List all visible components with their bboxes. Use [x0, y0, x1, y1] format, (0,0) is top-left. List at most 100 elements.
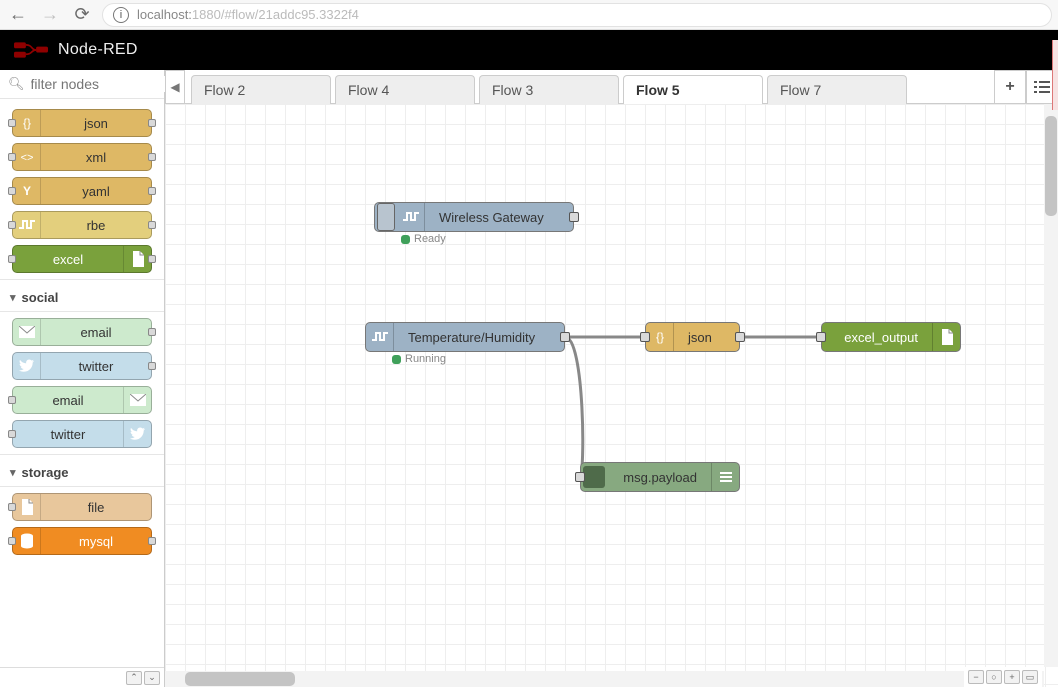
palette-node-label: email [41, 325, 151, 340]
flow-node-label: Wireless Gateway [425, 210, 558, 225]
palette-node-excel[interactable]: excel [12, 245, 152, 273]
node-red-logo [14, 39, 48, 61]
tab-tools: + [994, 70, 1058, 103]
zoom-reset-button[interactable]: ○ [986, 670, 1002, 684]
vertical-scrollbar[interactable] [1044, 104, 1058, 667]
palette-node-label: json [41, 116, 151, 131]
palette-node-json[interactable]: {} json [12, 109, 152, 137]
y-icon: Y [13, 178, 41, 204]
output-port[interactable] [560, 332, 570, 342]
palette-node-label: xml [41, 150, 151, 165]
flow-node-excel[interactable]: excel_output [821, 322, 961, 352]
sidebar-collapsed-handle[interactable] [1052, 40, 1058, 110]
palette-node-label: file [41, 500, 151, 515]
zoom-out-button[interactable]: − [968, 670, 984, 684]
flow-node-temp[interactable]: Temperature/HumidityRunning [365, 322, 565, 352]
twitter-icon [13, 353, 41, 379]
browser-top-bar: ← → ⟳ i localhost:1880/#flow/21addc95.33… [0, 0, 1058, 30]
flow-node-label: Temperature/Humidity [394, 330, 549, 345]
svg-text:Y: Y [22, 184, 30, 198]
tag-icon: <> [13, 144, 41, 170]
url-bar[interactable]: i localhost:1880/#flow/21addc95.3322f4 [102, 3, 1052, 27]
palette-list: {} json <> xml Yyaml rbe excel social email twitt… [0, 99, 164, 667]
palette-node-yaml[interactable]: Yyaml [12, 177, 152, 205]
flow-node-json[interactable]: {} json [645, 322, 740, 352]
flow-node-label: msg.payload [609, 470, 711, 485]
palette-footer: ⌃ ⌄ [0, 667, 164, 687]
app-header: Node-RED [0, 30, 1058, 70]
wave-icon [13, 212, 41, 238]
tab-flow-5[interactable]: Flow 5 [623, 75, 763, 104]
palette-category-social[interactable]: social [0, 279, 164, 312]
lines-icon [711, 463, 739, 491]
canvas-footer-tools: − ○ + ▭ [964, 667, 1042, 687]
file-icon [13, 494, 41, 520]
twitter-icon [123, 421, 151, 447]
output-port[interactable] [735, 332, 745, 342]
tabs-scroll-left[interactable]: ◀ [165, 70, 185, 103]
flow-node-gateway[interactable]: Wireless GatewayReady [374, 202, 574, 232]
navigator-button[interactable]: ▭ [1022, 670, 1038, 684]
palette-node-xml[interactable]: <> xml [12, 143, 152, 171]
input-port[interactable] [816, 332, 826, 342]
debug-toggle-button[interactable] [583, 466, 605, 488]
svg-text:{}: {} [22, 116, 30, 130]
palette-collapse-button[interactable]: ⌃ [126, 671, 142, 685]
palette-node-label: email [13, 393, 123, 408]
url-path: /#flow/21addc95.3322f4 [221, 7, 359, 22]
flow-tabs: Flow 2Flow 4Flow 3Flow 5Flow 7 [185, 70, 994, 103]
palette-filter: 🔍︎ [0, 70, 164, 99]
zoom-in-button[interactable]: + [1004, 670, 1020, 684]
add-flow-button[interactable]: + [994, 70, 1026, 103]
wave-icon [397, 203, 425, 231]
palette-node-email[interactable]: email [12, 318, 152, 346]
reload-button[interactable]: ⟳ [70, 3, 94, 27]
palette-node-label: yaml [41, 184, 151, 199]
palette-sidebar: 🔍︎ {} json <> xml Yyaml rbe excel social email tw… [0, 70, 165, 687]
search-icon: 🔍︎ [8, 76, 25, 92]
palette-node-file[interactable]: file [12, 493, 152, 521]
palette-node-label: rbe [41, 218, 151, 233]
back-button[interactable]: ← [6, 3, 30, 27]
url-port: 1880 [192, 7, 221, 22]
wave-icon [366, 323, 394, 351]
palette-node-label: excel [13, 252, 123, 267]
db-icon [13, 528, 41, 554]
braces-icon: {} [13, 110, 41, 136]
file-icon [123, 246, 151, 272]
svg-text:{}: {} [655, 330, 663, 344]
node-status: Ready [401, 231, 446, 245]
flow-node-label: json [674, 330, 726, 345]
output-port[interactable] [569, 212, 579, 222]
palette-node-mysql[interactable]: mysql [12, 527, 152, 555]
tab-flow-3[interactable]: Flow 3 [479, 75, 619, 104]
tab-flow-7[interactable]: Flow 7 [767, 75, 907, 104]
site-info-icon[interactable]: i [113, 7, 129, 23]
flow-node-debug[interactable]: msg.payload [580, 462, 740, 492]
tab-flow-2[interactable]: Flow 2 [191, 75, 331, 104]
mail-icon [123, 387, 151, 413]
wire-temp-debug[interactable] [565, 337, 583, 477]
palette-node-twitter[interactable]: twitter [12, 352, 152, 380]
palette-node-label: twitter [13, 427, 123, 442]
app-title: Node-RED [58, 41, 138, 59]
palette-category-storage[interactable]: storage [0, 454, 164, 487]
svg-text:<>: <> [20, 152, 33, 164]
palette-node-email[interactable]: email [12, 386, 152, 414]
tab-flow-4[interactable]: Flow 4 [335, 75, 475, 104]
palette-node-label: twitter [41, 359, 151, 374]
tab-bar: ◀ Flow 2Flow 4Flow 3Flow 5Flow 7 + [165, 70, 1058, 104]
braces-icon: {} [646, 323, 674, 351]
palette-expand-button[interactable]: ⌄ [144, 671, 160, 685]
horizontal-scrollbar[interactable] [165, 671, 1044, 687]
mail-icon [13, 319, 41, 345]
palette-node-twitter[interactable]: twitter [12, 420, 152, 448]
palette-node-rbe[interactable]: rbe [12, 211, 152, 239]
url-host: localhost: [137, 7, 192, 22]
input-port[interactable] [575, 472, 585, 482]
forward-button[interactable]: → [38, 3, 62, 27]
inject-button[interactable] [377, 203, 395, 231]
node-status: Running [392, 351, 446, 365]
flow-canvas[interactable]: Wireless GatewayReadyTemperature/Humidit… [165, 104, 1058, 687]
input-port[interactable] [640, 332, 650, 342]
